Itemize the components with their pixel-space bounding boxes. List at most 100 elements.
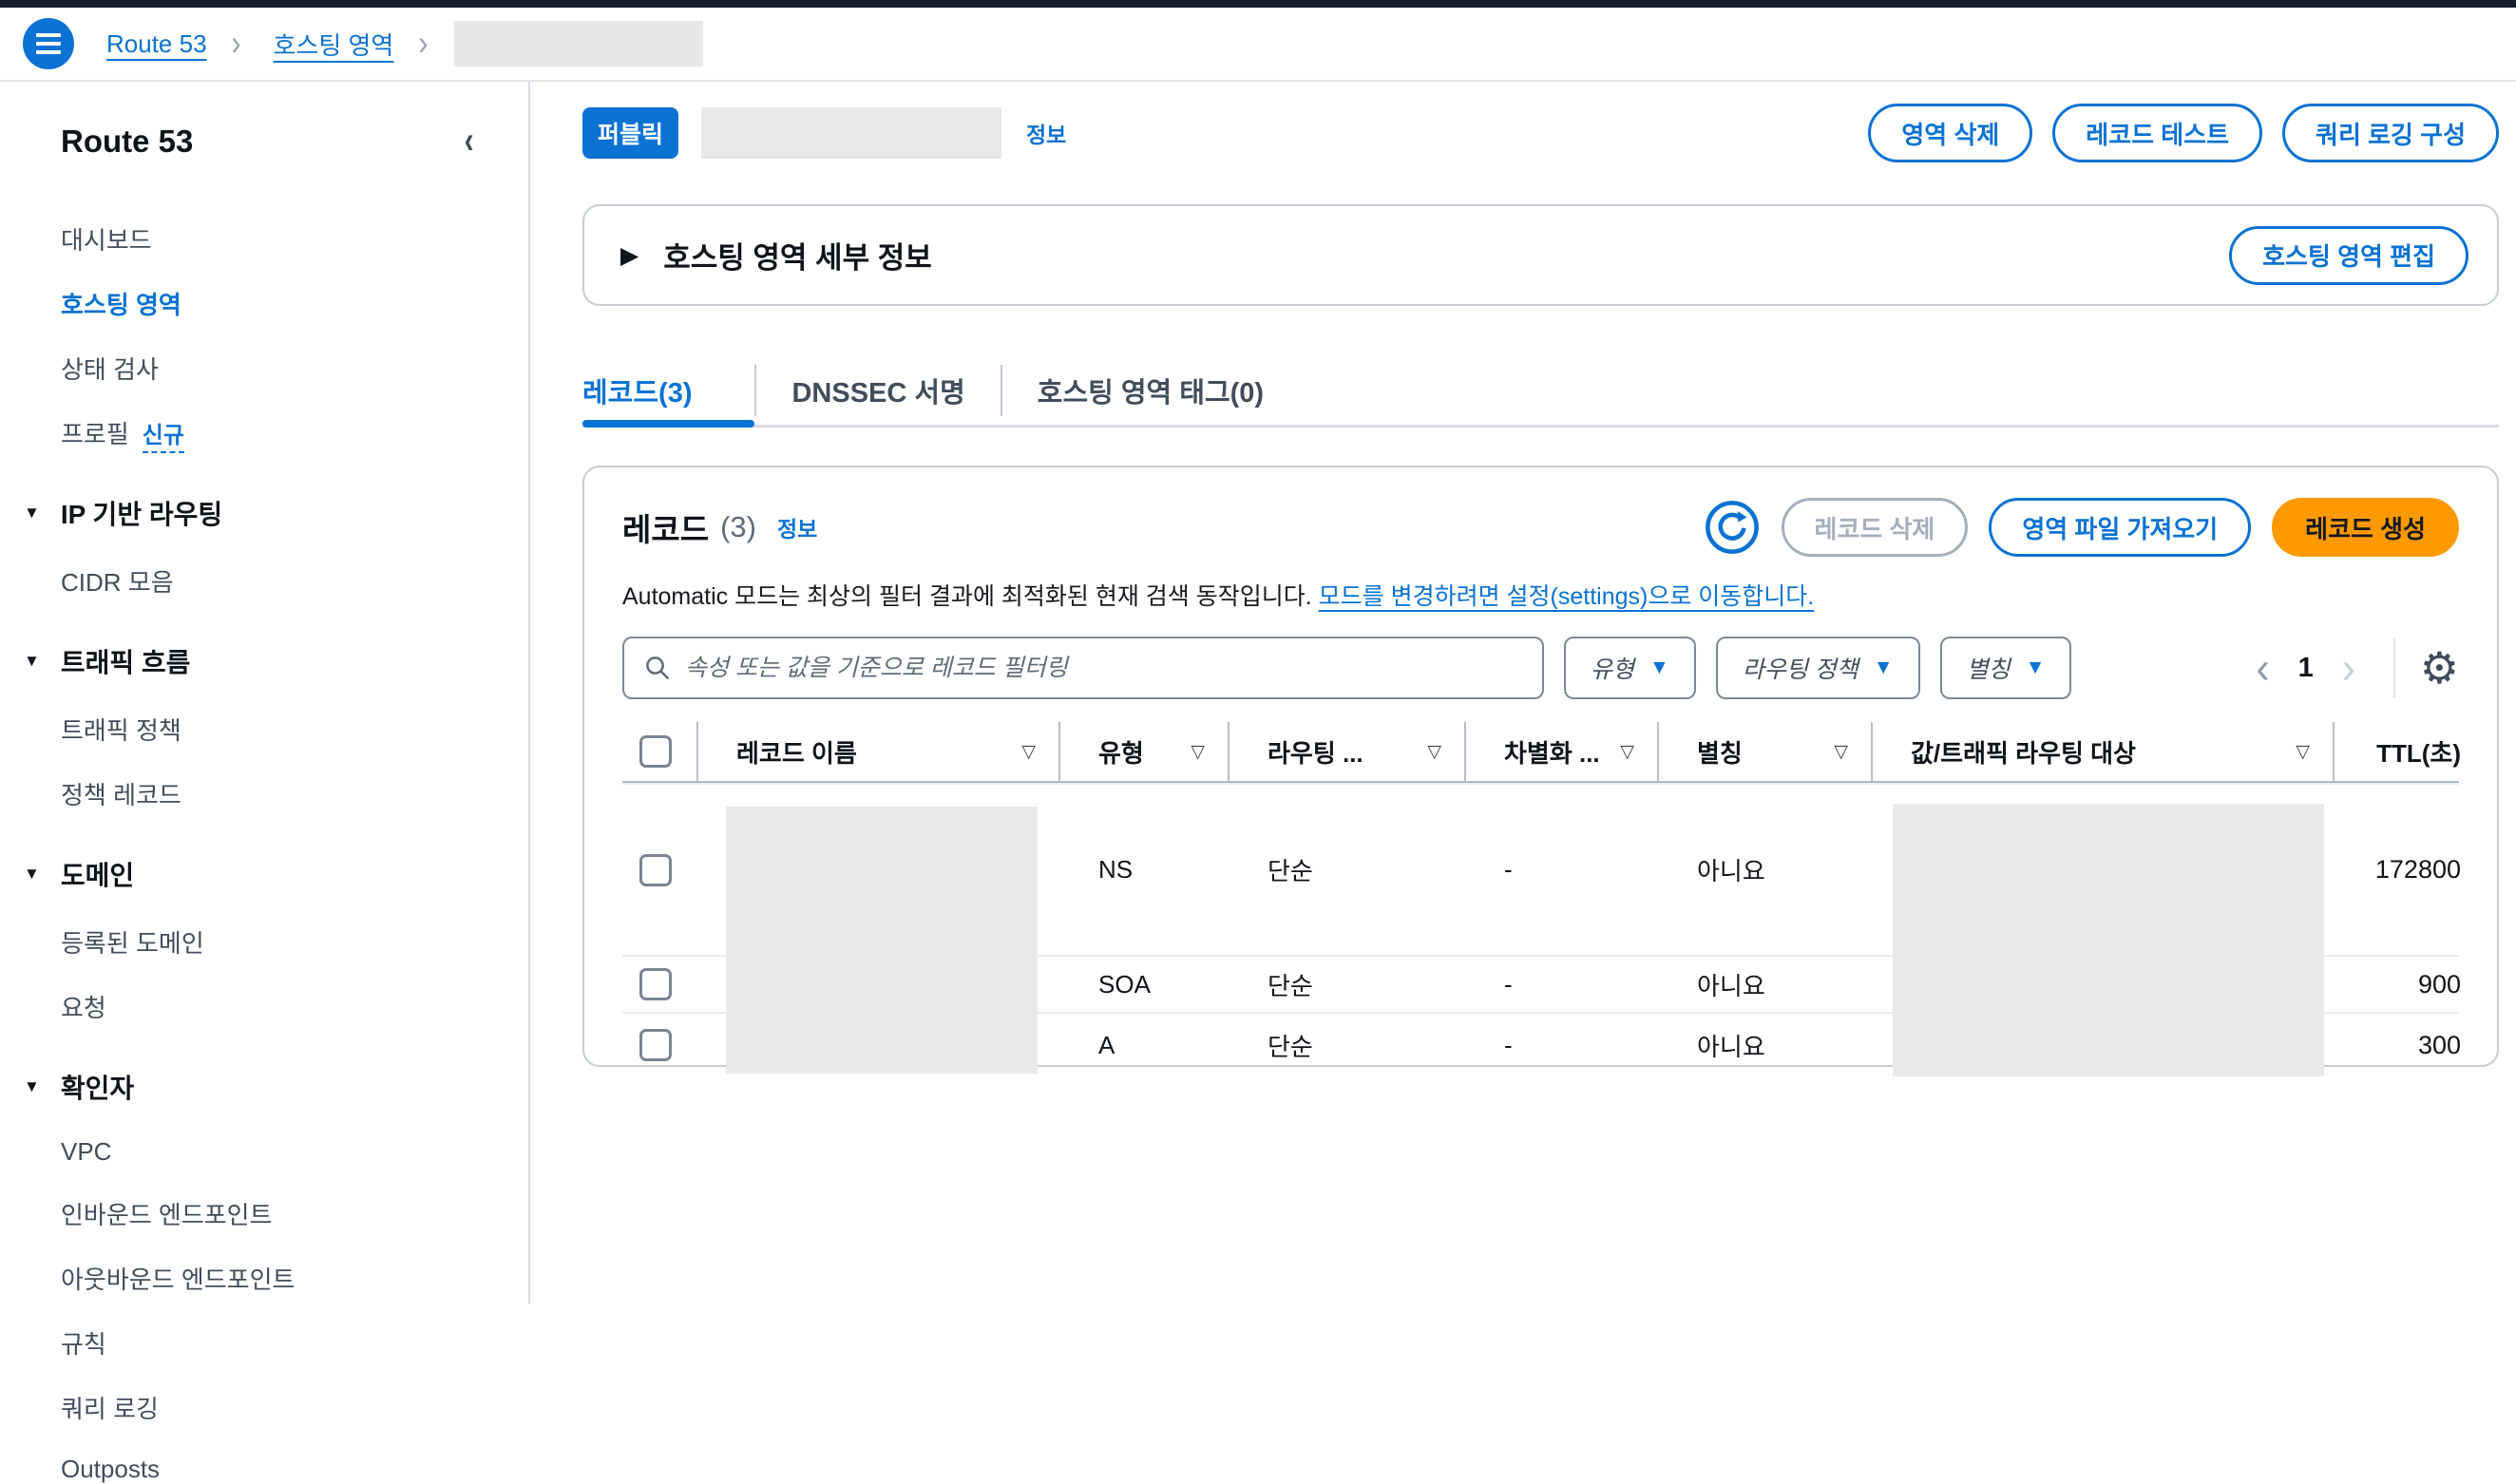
delete-zone-button[interactable]: 영역 삭제 (1868, 104, 2032, 162)
cell-differentiator: - (1466, 957, 1659, 1012)
filter-label: 유형 (1591, 651, 1634, 685)
triangle-down-icon: ▼ (24, 652, 40, 671)
configure-query-logging-button[interactable]: 쿼리 로깅 구성 (2282, 104, 2499, 162)
filter-alias-dropdown[interactable]: 별칭 ▼ (1940, 637, 2072, 699)
triangle-down-icon: ▼ (24, 1077, 40, 1096)
cell-type: NS (1060, 785, 1229, 955)
sidebar-item-outposts[interactable]: Outposts (61, 1455, 528, 1484)
column-header-routing[interactable]: 라우팅 ... ▽ (1229, 722, 1466, 781)
search-icon (643, 654, 672, 682)
column-label: 레코드 이름 (736, 734, 857, 770)
column-header-type[interactable]: 유형 ▽ (1060, 722, 1229, 781)
import-zone-file-button[interactable]: 영역 파일 가져오기 (1989, 498, 2251, 557)
edit-hosted-zone-button[interactable]: 호스팅 영역 편집 (2229, 226, 2468, 285)
create-record-button[interactable]: 레코드 생성 (2272, 498, 2459, 557)
column-header-differentiator[interactable]: 차별화 ... ▽ (1466, 722, 1659, 781)
column-header-ttl[interactable]: TTL(초) (2335, 722, 2463, 781)
row-checkbox[interactable] (639, 968, 672, 1000)
sidebar-item-policy-records[interactable]: 정책 레코드 (61, 776, 528, 811)
records-info-link[interactable]: 정보 (777, 511, 817, 543)
cell-alias: 아니요 (1659, 957, 1873, 1012)
filter-routing-policy-dropdown[interactable]: 라우팅 정책 ▼ (1716, 637, 1920, 699)
sidebar-item-query-logging[interactable]: 쿼리 로깅 (61, 1390, 528, 1425)
chevron-right-icon: › (418, 24, 428, 65)
sidebar-collapse-icon[interactable]: ‹ (464, 120, 473, 162)
tab-hosted-zone-tags[interactable]: 호스팅 영역 태그(0) (1002, 363, 1299, 428)
sidebar-section-resolver[interactable]: ▼ 확인자 (24, 1068, 528, 1106)
table-header-row: 레코드 이름 ▽ 유형 ▽ 라우팅 ... ▽ 차별화 ... ▽ 별칭 ▽ 값… (622, 722, 2459, 781)
sort-icon: ▽ (1427, 741, 1441, 763)
tab-dnssec-signing[interactable]: DNSSEC 서명 (756, 363, 1000, 428)
cell-differentiator: - (1466, 785, 1659, 955)
column-header-value[interactable]: 값/트래픽 라우팅 대상 ▽ (1873, 722, 2335, 781)
cell-routing: 단순 (1229, 1014, 1466, 1076)
sort-icon: ▽ (1021, 741, 1036, 763)
breadcrumb-link-hosted-zones[interactable]: 호스팅 영역 (274, 27, 394, 62)
tab-records[interactable]: 레코드(3) (582, 363, 754, 428)
divider (2393, 638, 2395, 697)
sidebar-section-traffic-flow[interactable]: ▼ 트래픽 흐름 (24, 642, 528, 680)
sidebar: Route 53 ‹ 대시보드 호스팅 영역 상태 검사 프로필신규 ▼ IP … (0, 82, 530, 1303)
row-checkbox[interactable] (639, 854, 672, 886)
row-checkbox[interactable] (639, 1029, 672, 1061)
select-all-checkbox[interactable] (639, 735, 672, 768)
cell-ttl: 900 (2335, 957, 2463, 1012)
sidebar-item-cidr-collections[interactable]: CIDR 모음 (61, 563, 528, 599)
sidebar-item-rules[interactable]: 규칙 (61, 1325, 528, 1360)
sort-icon: ▽ (2296, 741, 2310, 763)
sidebar-item-inbound-endpoints[interactable]: 인바운드 엔드포인트 (61, 1196, 528, 1231)
current-page[interactable]: 1 (2298, 653, 2314, 684)
cell-routing: 단순 (1229, 785, 1466, 955)
zone-type-badge: 퍼블릭 (582, 107, 678, 159)
triangle-down-icon: ▼ (24, 504, 40, 523)
settings-gear-icon[interactable]: ⚙ (2420, 646, 2459, 690)
details-panel-title: 호스팅 영역 세부 정보 (663, 234, 932, 276)
filter-type-dropdown[interactable]: 유형 ▼ (1564, 637, 1696, 699)
sidebar-title: Route 53 (61, 124, 193, 160)
sidebar-section-label: 도메인 (61, 855, 134, 893)
column-label: 별칭 (1697, 734, 1743, 770)
column-label: 차별화 ... (1504, 734, 1600, 770)
sidebar-section-ip-routing[interactable]: ▼ IP 기반 라우팅 (24, 494, 528, 532)
new-badge[interactable]: 신규 (143, 423, 184, 453)
sidebar-item-outbound-endpoints[interactable]: 아웃바운드 엔드포인트 (61, 1261, 528, 1296)
hamburger-menu-icon[interactable] (23, 18, 74, 69)
sidebar-section-domains[interactable]: ▼ 도메인 (24, 855, 528, 893)
breadcrumb-zone-name-redacted (454, 21, 703, 67)
records-title: 레코드 (622, 504, 709, 550)
record-filter-searchbox[interactable] (622, 637, 1544, 699)
sidebar-item-dashboard[interactable]: 대시보드 (61, 221, 528, 257)
chevron-right-icon: › (232, 24, 241, 65)
sidebar-item-traffic-policies[interactable]: 트래픽 정책 (61, 712, 528, 747)
column-label: 라우팅 ... (1268, 734, 1363, 770)
column-label: TTL(초) (2376, 734, 2461, 770)
cell-alias: 아니요 (1659, 785, 1873, 955)
previous-page-icon[interactable]: ‹ (2247, 643, 2279, 694)
cell-ttl: 172800 (2335, 785, 2463, 955)
triangle-right-icon[interactable]: ▶ (620, 241, 639, 270)
column-header-record-name[interactable]: 레코드 이름 ▽ (698, 722, 1060, 781)
filter-label: 라우팅 정책 (1743, 651, 1858, 685)
test-record-button[interactable]: 레코드 테스트 (2052, 104, 2262, 162)
settings-link[interactable]: 모드를 변경하려면 설정(settings)으로 이동합니다. (1319, 583, 1815, 610)
sidebar-item-health-checks[interactable]: 상태 검사 (61, 351, 528, 386)
delete-record-button[interactable]: 레코드 삭제 (1782, 498, 1969, 557)
breadcrumb-bar: Route 53 › 호스팅 영역 › (0, 8, 2516, 82)
refresh-icon[interactable] (1704, 499, 1761, 556)
cell-differentiator: - (1466, 1014, 1659, 1076)
record-filter-input[interactable] (685, 655, 1523, 682)
page-header: 퍼블릭 정보 영역 삭제 레코드 테스트 쿼리 로깅 구성 (582, 103, 2499, 163)
next-page-icon[interactable]: › (2333, 643, 2365, 694)
sidebar-item-vpc[interactable]: VPC (61, 1137, 528, 1167)
breadcrumb-link-route53[interactable]: Route 53 (106, 29, 207, 59)
sidebar-item-hosted-zones[interactable]: 호스팅 영역 (61, 286, 528, 321)
column-header-alias[interactable]: 별칭 ▽ (1659, 722, 1873, 781)
sidebar-item-registered-domains[interactable]: 등록된 도메인 (61, 924, 528, 960)
caret-down-icon: ▼ (1649, 656, 1669, 679)
sort-icon: ▽ (1620, 741, 1634, 763)
sidebar-section-label: 확인자 (61, 1068, 134, 1106)
info-link[interactable]: 정보 (1026, 117, 1066, 149)
sidebar-item-requests[interactable]: 요청 (61, 989, 528, 1024)
tab-bar: 레코드(3) DNSSEC 서명 호스팅 영역 태그(0) (582, 363, 2499, 428)
sidebar-item-profiles[interactable]: 프로필신규 (61, 415, 528, 450)
